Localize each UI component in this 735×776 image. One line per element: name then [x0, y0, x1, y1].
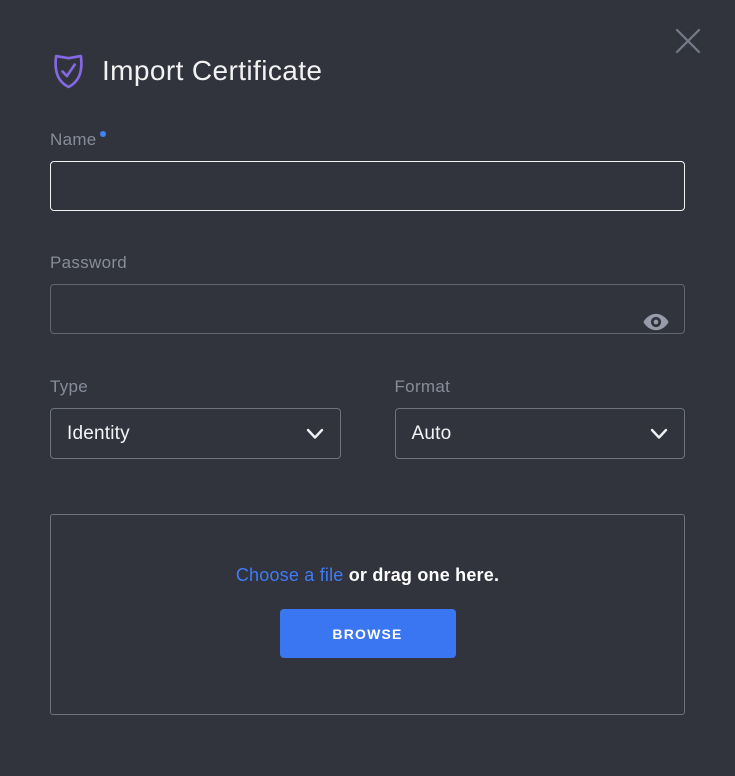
dropzone-text: Choose a file or drag one here. — [236, 565, 499, 586]
type-format-row: Type Identity Format Auto — [50, 377, 685, 459]
password-label: Password — [50, 253, 685, 272]
close-button[interactable] — [671, 24, 705, 58]
format-select[interactable]: Auto — [395, 408, 686, 459]
dialog-title: Import Certificate — [102, 55, 322, 87]
required-indicator — [100, 131, 106, 137]
show-password-button[interactable] — [641, 308, 671, 336]
chevron-down-icon — [306, 428, 324, 440]
file-dropzone[interactable]: Choose a file or drag one here. BROWSE — [50, 514, 685, 715]
drag-hint-text: or drag one here. — [344, 565, 500, 585]
format-field: Format Auto — [395, 377, 686, 459]
type-select[interactable]: Identity — [50, 408, 341, 459]
format-selected-value: Auto — [412, 423, 452, 445]
password-field-wrapper — [50, 284, 685, 334]
type-selected-value: Identity — [67, 423, 130, 445]
close-icon — [673, 26, 703, 56]
browse-button[interactable]: BROWSE — [280, 609, 456, 658]
name-label: Name — [50, 130, 685, 149]
type-field: Type Identity — [50, 377, 341, 459]
format-label: Format — [395, 377, 686, 396]
type-label: Type — [50, 377, 341, 396]
choose-file-link[interactable]: Choose a file — [236, 565, 344, 585]
shield-check-icon — [50, 51, 87, 91]
name-input[interactable] — [50, 161, 685, 211]
eye-icon — [642, 309, 670, 335]
chevron-down-icon — [650, 428, 668, 440]
password-input[interactable] — [50, 284, 685, 334]
import-certificate-dialog: Import Certificate Name Password Type Id… — [0, 0, 735, 776]
dialog-header: Import Certificate — [50, 0, 685, 91]
